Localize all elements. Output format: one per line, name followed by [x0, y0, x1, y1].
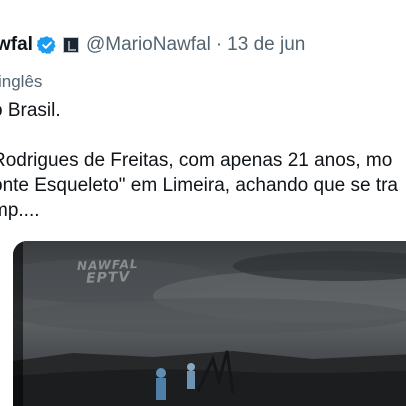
affiliate-badge-icon[interactable] [62, 37, 79, 53]
video-watermark: NAWFAL EPTV [76, 256, 139, 287]
tweet-text: o Brasil. Rodrigues de Freitas, com apen… [0, 98, 406, 223]
author-name[interactable]: wfal [0, 34, 33, 56]
tweet-header: wfal @MarioNawfal · 13 de jun [0, 34, 305, 56]
tweet-text-line-1: o Brasil. [0, 100, 61, 121]
translated-from-label[interactable]: inglês [0, 72, 42, 92]
separator-dot: · [215, 34, 223, 55]
author-handle[interactable]: @MarioNawfal [86, 34, 211, 56]
tweet-text-line-2: Rodrigues de Freitas, com apenas 21 anos… [0, 150, 393, 171]
tweet-text-line-4: mp.... [0, 200, 40, 221]
tweet-video[interactable]: NAWFAL EPTV [13, 241, 406, 406]
tweet-card[interactable]: wfal @MarioNawfal · 13 de jun inglês o B… [0, 0, 406, 406]
verified-badge-icon [36, 36, 56, 55]
tweet-text-line-3: onte Esqueleto" em Limeira, achando que … [0, 175, 398, 196]
tweet-date[interactable]: 13 de jun [227, 34, 305, 56]
